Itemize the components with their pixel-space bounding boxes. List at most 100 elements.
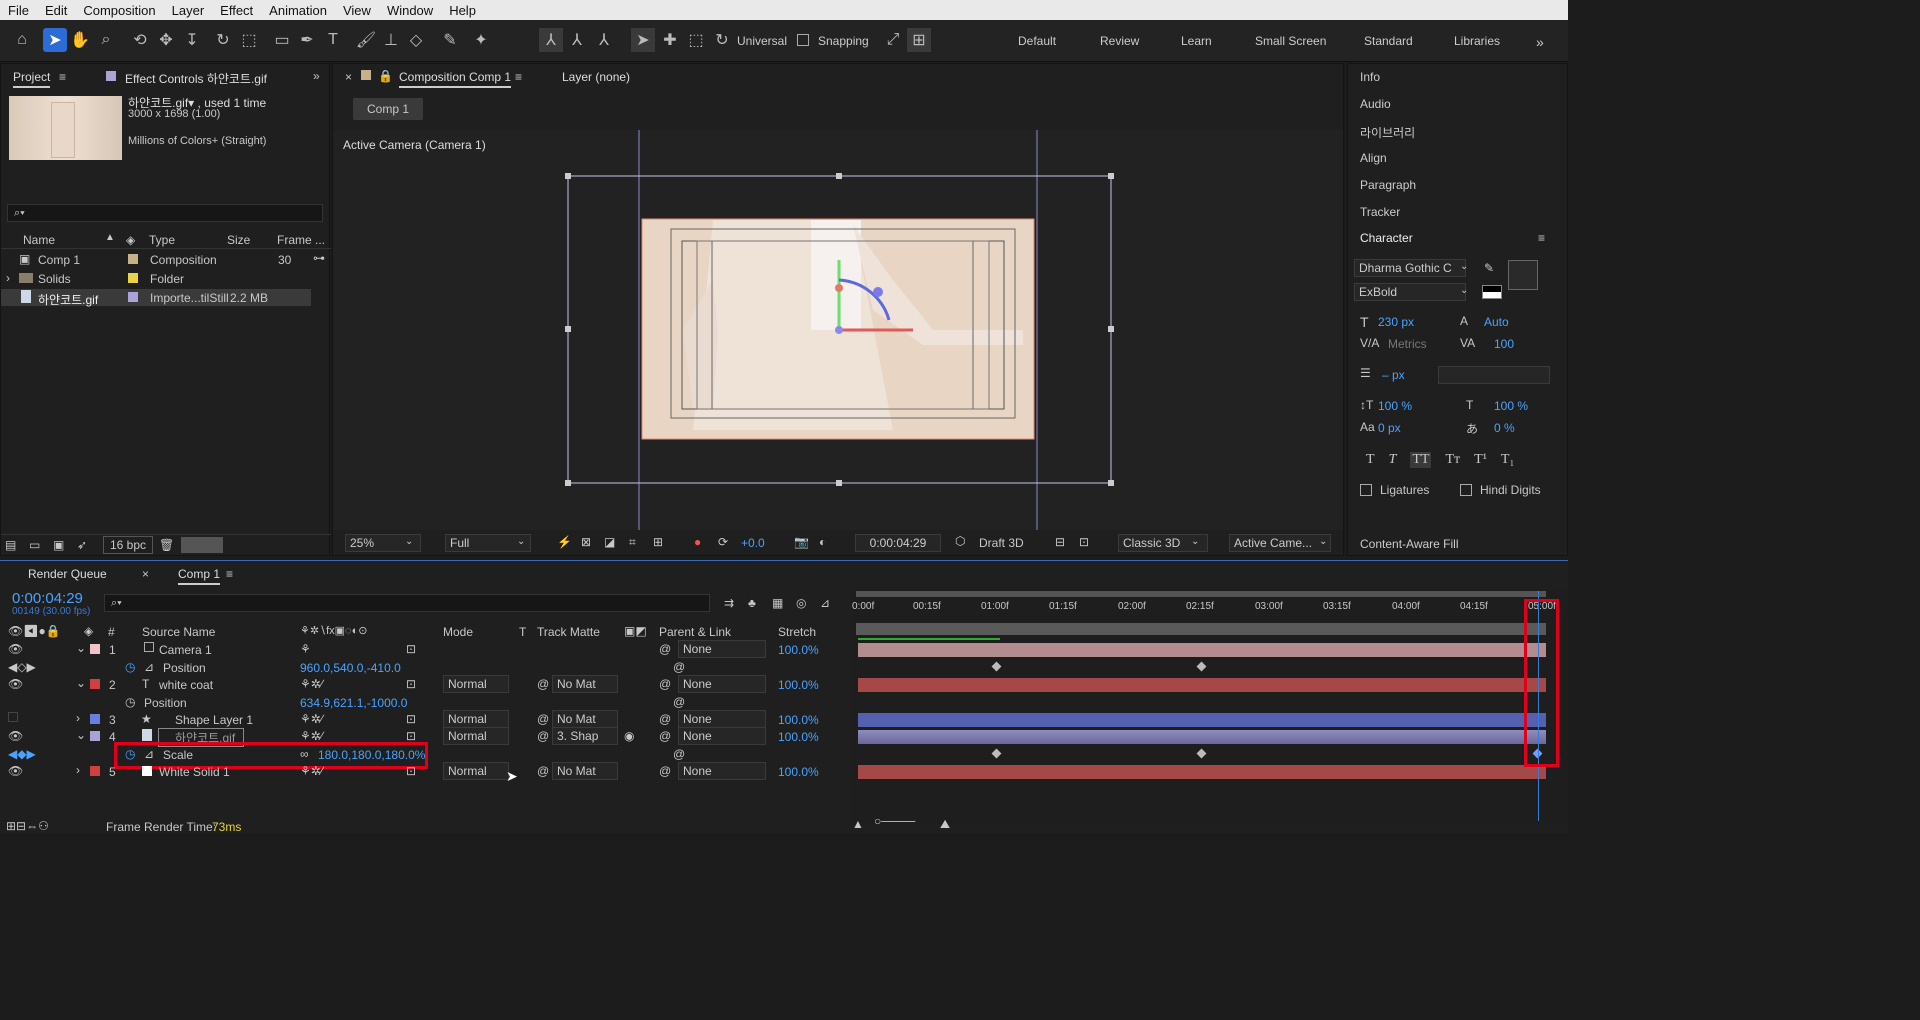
stroke-width-value[interactable]: – px — [1382, 368, 1405, 382]
tab-effect-controls[interactable]: Effect Controls 하얀코트.gif — [125, 70, 267, 87]
col-size[interactable]: Size — [227, 233, 250, 247]
orbit-tool-icon[interactable]: ⟲ — [128, 28, 152, 52]
list-item[interactable]: › Solids Folder — [1, 270, 331, 287]
chevron-down-icon[interactable]: ⌄ — [76, 641, 86, 655]
3d-ground-icon[interactable]: ⊡ — [1079, 535, 1089, 549]
draft-3d-button[interactable]: Draft 3D — [979, 536, 1024, 550]
mask-visibility-icon[interactable]: ◪ — [604, 535, 615, 549]
workspace-small-screen[interactable]: Small Screen — [1255, 34, 1326, 48]
world-axis-icon[interactable]: ⅄ — [565, 28, 589, 52]
label-swatch-icon[interactable] — [90, 644, 100, 654]
horizontal-scale-value[interactable]: 100 % — [1494, 399, 1528, 413]
region-icon[interactable]: ⊟ — [1055, 535, 1065, 549]
work-area-bar[interactable] — [856, 591, 1546, 597]
workspace-review[interactable]: Review — [1100, 34, 1139, 48]
timeline-graph[interactable]: 0:00f 00:15f 01:00f 01:15f 02:00f 02:15f… — [852, 589, 1568, 831]
tsume-value[interactable]: 0 % — [1494, 421, 1515, 435]
font-size-value[interactable]: 230 px — [1378, 315, 1414, 329]
show-snapshot-icon[interactable]: ◐ — [819, 535, 826, 549]
panel-info[interactable]: Info — [1360, 70, 1380, 84]
label-swatch-icon[interactable] — [90, 731, 100, 741]
kerning-value[interactable]: Metrics — [1388, 337, 1427, 351]
stopwatch-icon[interactable]: ◷ — [125, 660, 135, 674]
stretch-value[interactable]: 100.0% — [778, 765, 819, 779]
list-item[interactable]: 하얀코트.gif Importe...tilStill 2.2 MB — [1, 289, 311, 307]
table-row[interactable]: ◷ Position 634.9,621.1,-1000.0 @ — [0, 694, 852, 711]
menu-icon[interactable]: ≡ — [59, 70, 66, 84]
baseline-shift-value[interactable]: 0 px — [1378, 421, 1401, 435]
position-mode-icon[interactable]: ✚ — [658, 28, 682, 52]
project-search-input[interactable]: ⌕▾ — [7, 204, 323, 222]
eye-icon[interactable]: 👁 — [8, 729, 23, 743]
keyframe[interactable] — [991, 661, 1002, 672]
timeline-current-time[interactable]: 0:00:04:29 — [12, 590, 83, 607]
layer-name[interactable]: White Solid 1 — [159, 765, 230, 779]
label-icon[interactable]: ◈ — [126, 233, 135, 247]
font-family-select[interactable]: Dharma Gothic C — [1354, 259, 1466, 277]
frame-blending-icon[interactable]: ▦ — [772, 596, 783, 610]
flowchart-icon[interactable]: ⊶ — [313, 251, 325, 265]
keyframe-nav-icon[interactable]: ◀◇▶ — [8, 660, 36, 674]
pickwhip-icon[interactable]: @ — [673, 695, 685, 709]
text-tool-icon[interactable]: T — [321, 28, 345, 52]
scale-mode-icon[interactable]: ⬚ — [684, 28, 708, 52]
color-swatch[interactable] — [181, 537, 223, 553]
table-row[interactable]: 👁 ⌄ 2 T white coat ⚘✲∕ ⊡ Normal @ No Mat… — [0, 675, 852, 693]
col-type[interactable]: Type — [149, 233, 175, 247]
menu-icon[interactable]: ≡ — [1538, 231, 1545, 245]
menu-animation[interactable]: Animation — [261, 3, 335, 18]
col-track-matte[interactable]: Track Matte — [537, 625, 600, 639]
hand-tool-icon[interactable]: ✋ — [68, 28, 92, 52]
tab-render-queue[interactable]: Render Queue — [28, 567, 107, 581]
menu-view[interactable]: View — [335, 3, 379, 18]
stretch-value[interactable]: 100.0% — [778, 678, 819, 692]
layer-bar-gif[interactable] — [858, 730, 1546, 744]
parent-select[interactable]: None — [678, 675, 766, 693]
draft-3d-icon[interactable]: ⬡ — [955, 534, 965, 548]
zoom-tool-icon[interactable]: ⌕ — [94, 28, 118, 52]
pickwhip-icon[interactable]: @ — [537, 677, 549, 691]
table-row[interactable]: 👁 › 5 White Solid 1 ⚘✲∕ ⊡ Normal @ No Ma… — [0, 762, 852, 780]
panel-audio[interactable]: Audio — [1360, 97, 1391, 111]
3d-layer-icon[interactable]: ⊡ — [406, 642, 416, 656]
label-swatch-icon[interactable] — [90, 714, 100, 724]
col-name[interactable]: Name — [23, 233, 55, 247]
lock-icon[interactable]: 🔒 — [378, 69, 393, 83]
col-t[interactable]: T — [519, 625, 526, 639]
graph-editor-icon[interactable]: ⊿ — [820, 596, 830, 610]
snapshot-icon[interactable]: 📷 — [794, 535, 809, 549]
layer-bar-shape[interactable] — [858, 713, 1546, 727]
table-row[interactable]: ◀◇▶ ◷ ⊿ Position 960.0,540.0,-410.0 @ — [0, 659, 852, 676]
layer-name[interactable]: Camera 1 — [159, 643, 212, 657]
matte-select[interactable]: No Mat — [552, 710, 618, 728]
layer-name[interactable]: white coat — [159, 678, 213, 692]
matte-select[interactable]: No Mat — [552, 675, 618, 693]
interpret-footage-icon[interactable]: ▤ — [5, 538, 16, 552]
layer-bar-camera[interactable] — [858, 643, 1546, 657]
matte-invert-icon[interactable]: ◉ — [624, 729, 634, 743]
shy-switch-icon[interactable]: ⚘ — [300, 642, 311, 656]
3d-layer-icon[interactable]: ⊡ — [406, 729, 416, 743]
pickwhip-icon[interactable]: @ — [659, 729, 671, 743]
panel-character[interactable]: Character — [1360, 231, 1413, 245]
pickwhip-icon[interactable]: @ — [659, 642, 671, 656]
layer-bar-white-solid[interactable] — [858, 765, 1546, 779]
snap-grid-icon[interactable]: ⊞ — [907, 28, 931, 52]
roto-tool-icon[interactable]: ✎ — [438, 28, 462, 52]
ligatures-checkbox[interactable] — [1360, 484, 1372, 496]
label-swatch-icon[interactable] — [90, 679, 100, 689]
label-swatch-icon[interactable] — [90, 766, 100, 776]
layer-name[interactable]: Shape Layer 1 — [175, 713, 253, 727]
color-channels-icon[interactable]: ● — [694, 535, 701, 549]
puppet-tool-icon[interactable]: ✦ — [469, 28, 493, 52]
safe-zones-icon[interactable]: ⌗ — [629, 535, 636, 550]
keyframe[interactable] — [991, 748, 1002, 759]
zoom-in-icon[interactable]: ⛰ — [940, 817, 950, 832]
comp-mini-flowchart-icon[interactable]: ⇉ — [724, 596, 734, 610]
3d-layer-icon[interactable]: ⊡ — [406, 712, 416, 726]
font-style-select[interactable]: ExBold — [1354, 283, 1466, 301]
chevron-right-icon[interactable]: › — [76, 711, 80, 725]
keyframe[interactable] — [1196, 748, 1207, 759]
tab-comp-1[interactable]: Comp 1 — [178, 567, 221, 585]
grid-icon[interactable]: ⊞ — [653, 535, 663, 549]
